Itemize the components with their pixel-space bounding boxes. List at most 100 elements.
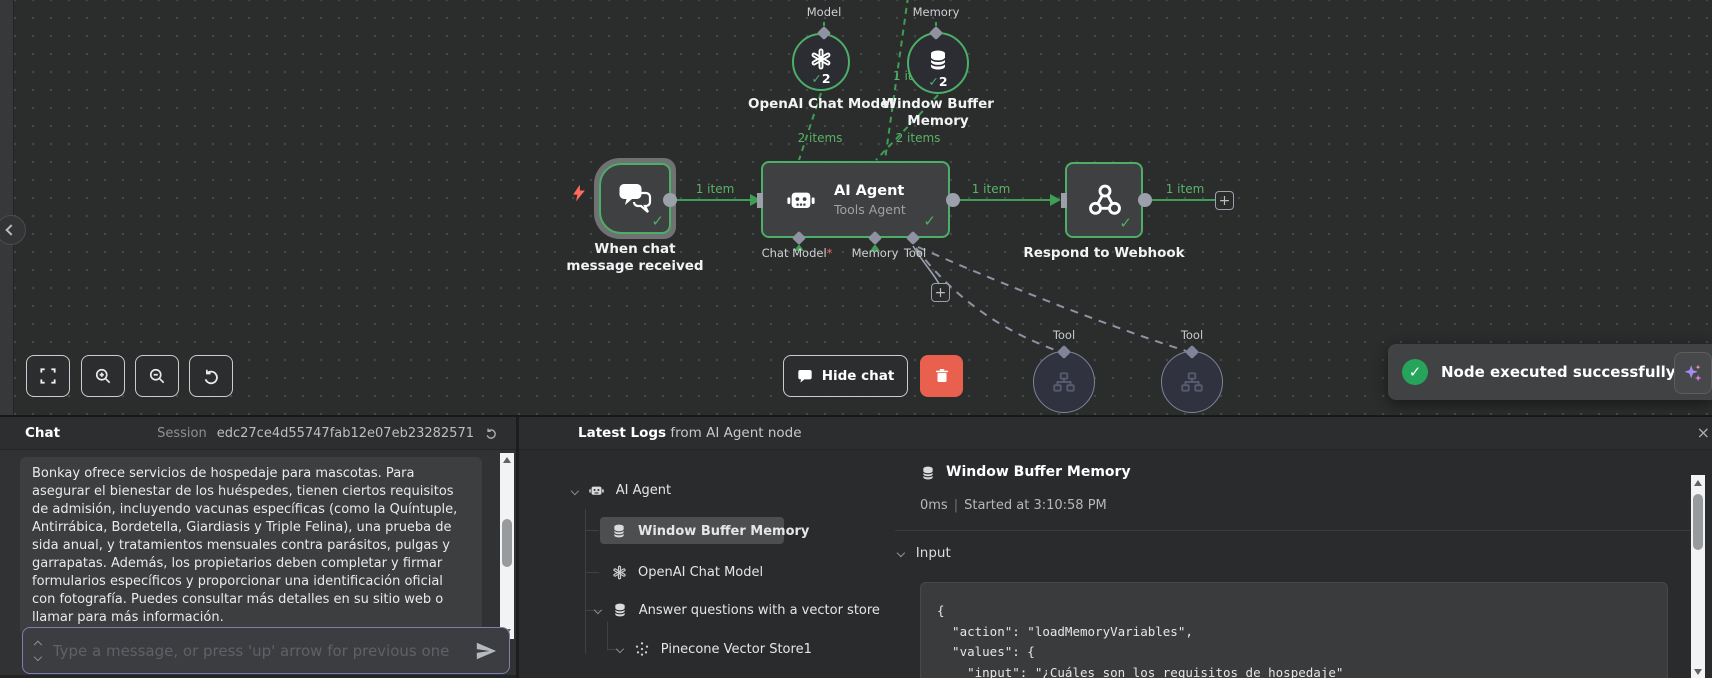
node-window-buffer-memory[interactable]: ✓2: [907, 32, 969, 94]
input-section-toggle[interactable]: Input: [896, 545, 951, 561]
toast-notification[interactable]: ✓ Node executed successfully: [1388, 344, 1712, 400]
zoom-to-fit-button[interactable]: [26, 355, 70, 397]
log-detail-title: Window Buffer Memory: [946, 464, 1131, 480]
chat-message-input[interactable]: [50, 640, 465, 661]
log-tree-item-window-buffer-memory[interactable]: Window Buffer Memory: [610, 523, 809, 539]
zoom-in-button[interactable]: [81, 355, 125, 397]
log-tree-item-openai-chat-model[interactable]: OpenAI Chat Model: [610, 564, 763, 581]
tree-item-label: AI Agent: [615, 483, 672, 498]
n8n-workflow-window: Model Memory 1 item ✓2: [0, 0, 1712, 678]
input-json-viewer[interactable]: { "action": "loadMemoryVariables", "valu…: [920, 582, 1668, 678]
chevron-down-icon[interactable]: [615, 644, 624, 654]
session-id: edc27ce4d55747fab12e07eb23282571: [216, 425, 474, 441]
log-detail-header: Window Buffer Memory: [920, 464, 1131, 481]
chevron-down-icon: [896, 548, 905, 558]
history-arrows[interactable]: [33, 640, 42, 661]
scroll-up-arrow[interactable]: [503, 457, 511, 463]
started-at: Started at 3:10:58 PM: [964, 498, 1107, 513]
detail-divider: [895, 530, 1690, 531]
code-line: "input": "¿Cuáles son los requisitos de …: [937, 664, 1344, 678]
chat-bot-message: Bonkay ofrece servicios de hospedaje par…: [20, 457, 482, 635]
scroll-down-arrow[interactable]: [1694, 669, 1702, 675]
agent-subtitle: Tools Agent: [834, 201, 906, 217]
reset-zoom-button[interactable]: [189, 355, 233, 397]
tree-item-label: OpenAI Chat Model: [638, 565, 764, 580]
tree-item-label: Pinecone Vector Store1: [660, 641, 812, 657]
logs-panel-title: Latest Logs from AI Agent node: [578, 425, 802, 441]
items-label-openai: 2 items: [797, 131, 843, 145]
chat-input-box[interactable]: [22, 627, 510, 674]
respond-output-port[interactable]: [1138, 193, 1152, 207]
respond-input-port[interactable]: [1061, 193, 1067, 208]
logs-scrollbar-thumb[interactable]: [1693, 494, 1703, 550]
log-tree-item-ai-agent[interactable]: AI Agent: [570, 482, 672, 499]
chevron-up-icon[interactable]: [33, 640, 42, 649]
hide-chat-label: Hide chat: [821, 368, 895, 384]
logs-scrollbar[interactable]: [1691, 475, 1705, 678]
chevron-down-icon[interactable]: [33, 652, 42, 661]
zoom-out-icon: [149, 368, 165, 384]
node-openai-chat-model[interactable]: ✓2: [792, 33, 850, 91]
chevron-down-icon[interactable]: [593, 605, 602, 615]
log-tree-item-answer-questions[interactable]: Answer questions with a vector store: [593, 602, 880, 618]
logs-panel: Latest Logs from AI Agent node × AI Agen…: [519, 417, 1712, 678]
ai-assistant-button[interactable]: [1674, 352, 1712, 394]
tool2-placeholder-node[interactable]: [1161, 351, 1223, 413]
code-line: "action": "loadMemoryVariables",: [937, 623, 1193, 639]
success-check-icon: ✓: [1402, 359, 1428, 385]
toast-message: Node executed successfully: [1441, 363, 1676, 381]
zoom-out-button[interactable]: [135, 355, 179, 397]
database-icon: [922, 466, 934, 480]
refresh-session-icon[interactable]: [484, 426, 498, 440]
node-ai-agent[interactable]: AI Agent Tools Agent ✓: [761, 161, 950, 238]
database-icon: [611, 602, 629, 618]
add-node-endpoint[interactable]: +: [1215, 191, 1234, 210]
delete-execution-button[interactable]: [920, 355, 963, 397]
trigger-output-port[interactable]: [663, 193, 677, 207]
node-respond-webhook[interactable]: ✓: [1065, 162, 1143, 238]
node-label-respond: Respond to Webhook: [1023, 245, 1185, 261]
tool1-placeholder-node[interactable]: [1033, 351, 1095, 413]
agent-input-port[interactable]: [757, 193, 763, 208]
edge-label-agent-respond: 1 item: [971, 182, 1011, 196]
chat-scrollbar[interactable]: [500, 453, 514, 639]
hide-chat-button[interactable]: Hide chat: [783, 355, 908, 397]
tree-item-label: Answer questions with a vector store: [638, 602, 880, 618]
chat-panel-header: Chat Session edc27ce4d55747fab12e07eb232…: [0, 417, 516, 450]
trash-icon: [935, 368, 948, 382]
chevron-down-icon[interactable]: [570, 486, 579, 495]
pinecone-icon: [633, 641, 651, 657]
openai-logo-icon: [811, 48, 831, 70]
agent-output-port[interactable]: [946, 193, 960, 207]
send-icon[interactable]: [475, 640, 497, 662]
chat-scrollbar-thumb[interactable]: [502, 519, 512, 567]
workflow-canvas[interactable]: Model Memory 1 item ✓2: [0, 0, 1712, 415]
database-icon: [610, 523, 628, 539]
session-label: Session: [157, 425, 207, 441]
duration: 0ms: [920, 498, 948, 513]
tool1-label: Tool: [1052, 328, 1076, 342]
database-icon: [930, 50, 946, 69]
robot-icon: [588, 482, 606, 499]
edge-label-trigger-agent: 1 item: [695, 182, 735, 196]
openai-logo-icon: [610, 564, 628, 581]
fit-view-icon: [40, 368, 56, 384]
close-icon[interactable]: ×: [1697, 425, 1710, 441]
sitemap-icon: [1053, 372, 1075, 392]
port-label-chat-model: Chat Model*: [761, 246, 833, 260]
code-line: "values": {: [937, 644, 1035, 659]
robot-icon: [787, 192, 815, 208]
zoom-in-icon: [95, 368, 111, 384]
log-tree-item-pinecone[interactable]: Pinecone Vector Store1: [615, 641, 812, 657]
port-label-agent-memory: Memory: [851, 246, 899, 260]
lightning-bolt-icon: [573, 184, 585, 202]
chat-panel-title: Chat: [25, 425, 61, 441]
node-chat-trigger[interactable]: ✓: [599, 163, 671, 234]
input-section-label: Input: [915, 545, 951, 561]
add-tool-endpoint[interactable]: +: [931, 283, 950, 302]
tool2-label: Tool: [1180, 328, 1204, 342]
openai-run-count: 2: [821, 71, 831, 86]
port-label-memory-top: Memory: [912, 5, 960, 19]
chevron-left-icon: [5, 224, 17, 236]
scroll-up-arrow[interactable]: [1694, 480, 1702, 486]
